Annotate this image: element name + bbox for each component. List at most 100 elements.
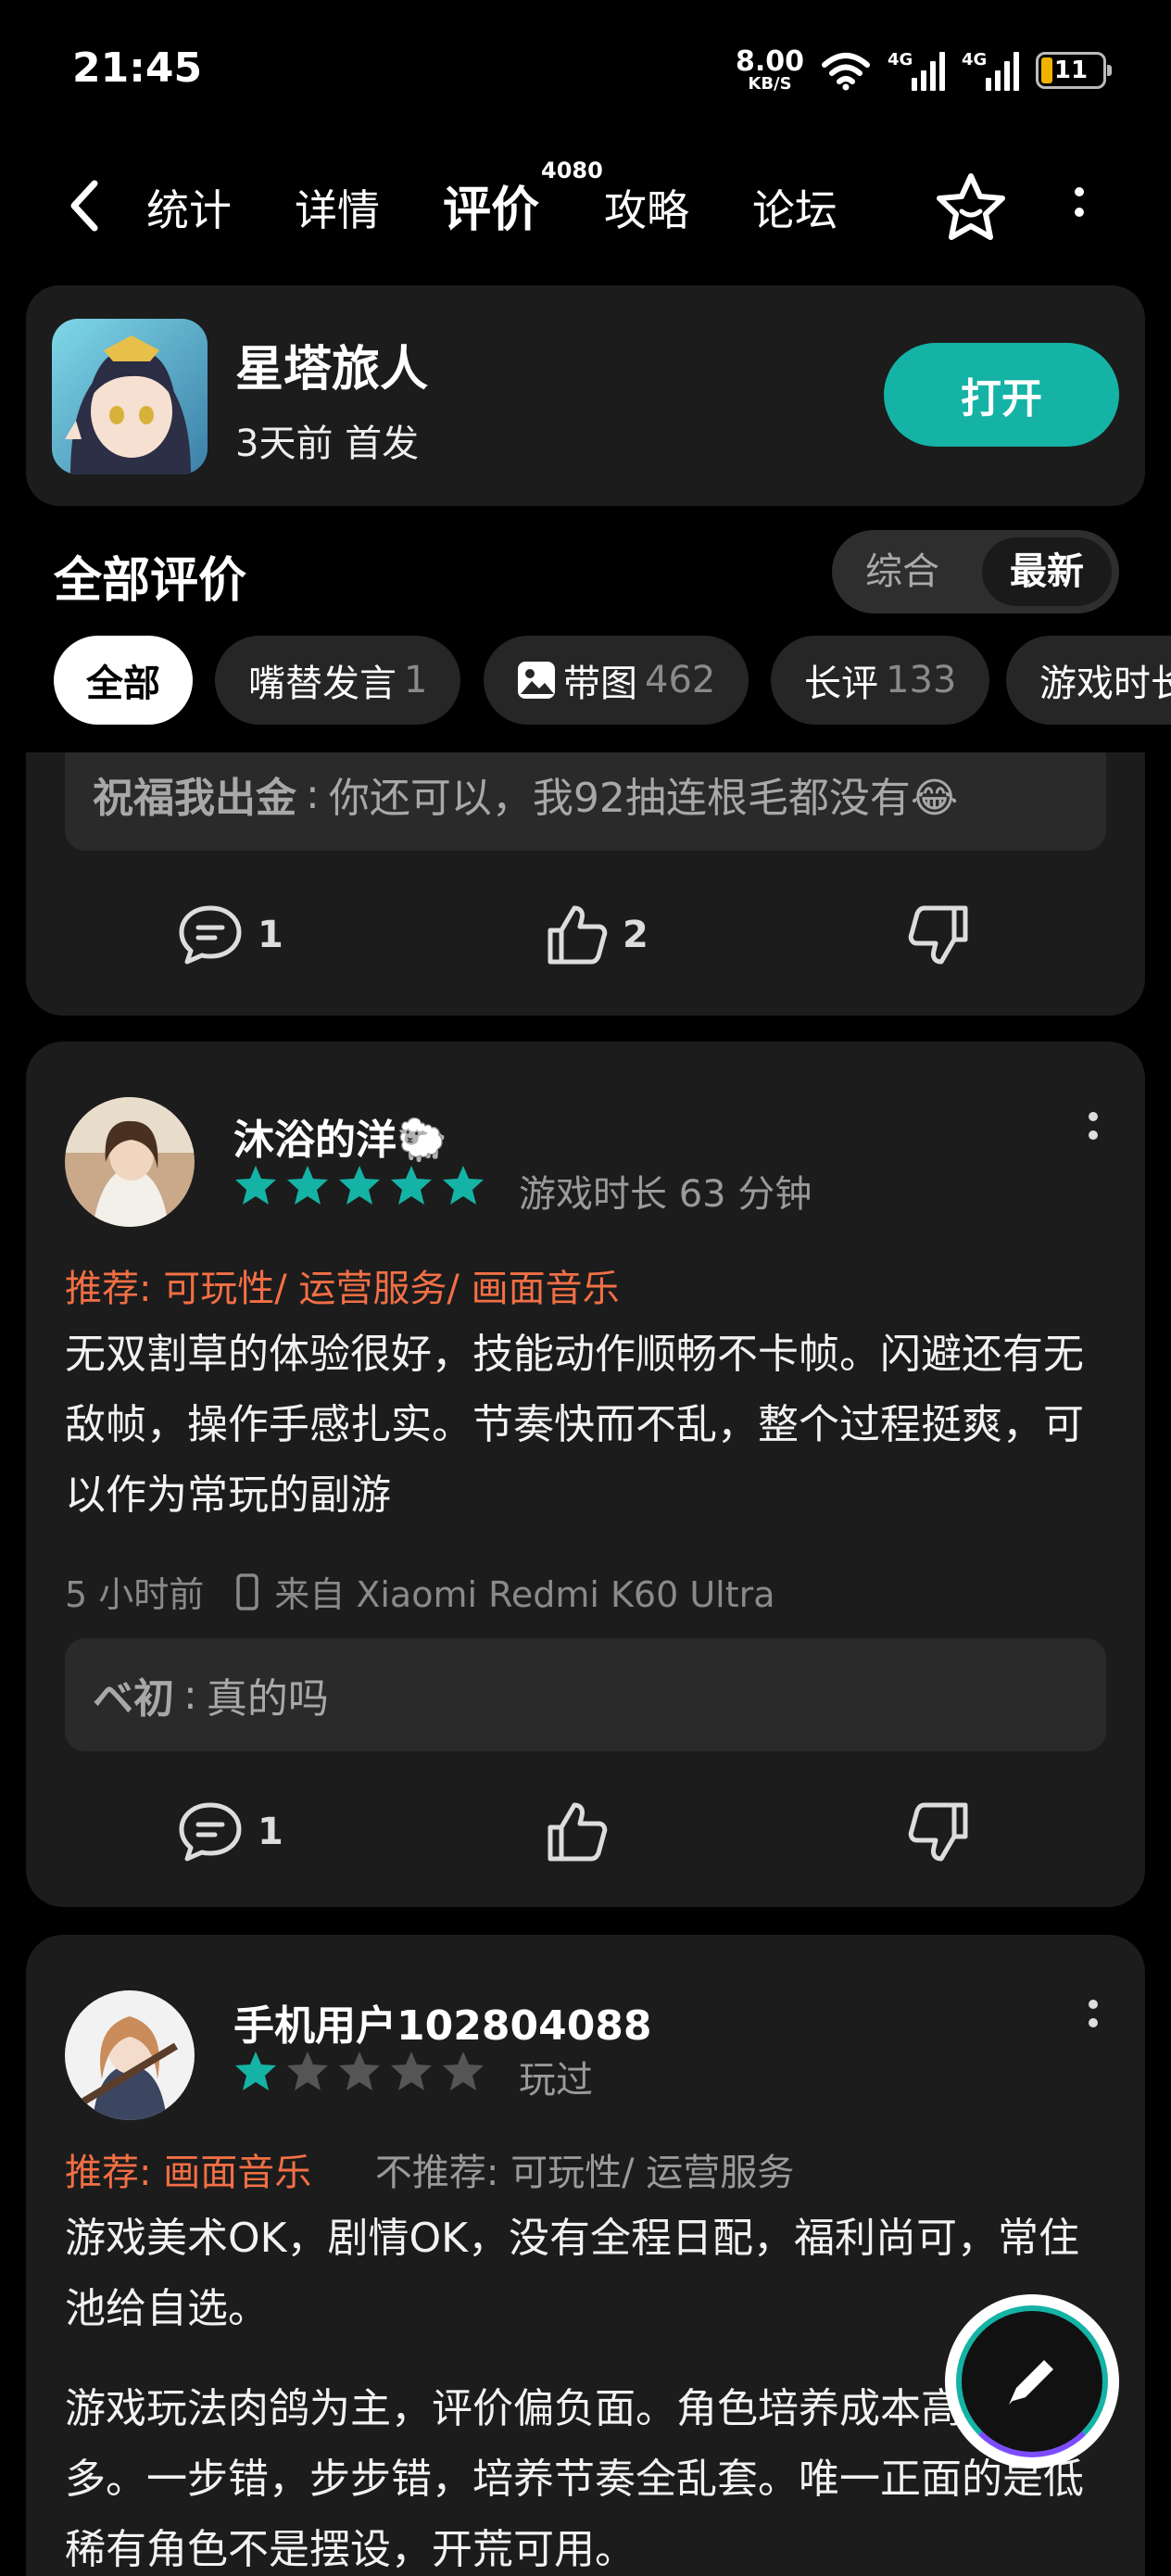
tab-stats[interactable]: 统计	[146, 178, 232, 243]
thumbs-up-icon	[548, 905, 608, 965]
more-menu-button[interactable]	[1065, 187, 1093, 243]
avatar[interactable]	[65, 1097, 195, 1227]
status-time: 21:45	[72, 44, 203, 92]
image-icon	[518, 662, 555, 699]
top-nav: 统计 详情 评价 4080 攻略 论坛	[0, 158, 1171, 259]
dislike-button[interactable]	[906, 903, 973, 967]
tab-forum[interactable]: 论坛	[752, 178, 837, 243]
write-review-button[interactable]	[945, 2294, 1119, 2469]
network-speed-value: 8.00	[735, 45, 804, 78]
back-button[interactable]	[57, 178, 113, 234]
star-filled-icon	[391, 1166, 432, 1205]
card-more-button[interactable]	[1084, 2000, 1102, 2055]
review-meta: 5 小时前 来自 Xiaomi Redmi K60 Ultra	[65, 1566, 775, 1617]
filter-chip-count: 462	[645, 659, 716, 701]
star-filled-icon	[235, 1166, 276, 1205]
thumbs-down-icon	[908, 1802, 968, 1862]
game-title: 星塔旅人	[235, 342, 429, 398]
network-speed: 8.00 KB/S	[736, 48, 804, 93]
section-title: 全部评价	[54, 553, 247, 609]
wifi-icon	[822, 53, 870, 91]
filter-chip-long-reviews[interactable]: 长评 133	[771, 636, 990, 725]
filter-chip-label: 全部	[86, 663, 160, 705]
filter-chip-label: 游戏时长	[1039, 663, 1171, 705]
reply-separator: :	[306, 770, 320, 818]
game-header-card: 星塔旅人 3天前 首发 打开	[26, 285, 1145, 506]
sort-option-overall[interactable]: 综合	[839, 537, 965, 606]
reply-author: ベ初	[93, 1675, 174, 1723]
open-game-button[interactable]: 打开	[884, 343, 1119, 447]
sim1-label: 4G	[888, 50, 913, 69]
signal-sim2-icon: 4G	[962, 50, 1019, 91]
reply-preview[interactable]: ベ初 : 真的吗	[65, 1638, 1106, 1751]
battery-icon: 11	[1036, 52, 1112, 89]
review-text[interactable]: 游戏美术OK，剧情OK，没有全程日配，福利尚可，常住池给自选。	[65, 2203, 1106, 2344]
thumbs-up-icon	[548, 1802, 608, 1862]
comment-count: 1	[258, 914, 283, 956]
username[interactable]: 手机用户102804088	[233, 1992, 652, 2052]
signal-sim1-icon: 4G	[888, 50, 945, 91]
favorite-button[interactable]	[934, 170, 1008, 245]
reviews-count-badge: 4080	[541, 158, 603, 183]
status-icons: 8.00 KB/S 4G 4G 11	[736, 44, 1112, 96]
sim2-label: 4G	[962, 50, 988, 69]
game-release-info: 3天前 首发	[235, 423, 420, 465]
like-count: 2	[623, 914, 648, 956]
fab-ring	[956, 2305, 1108, 2457]
card-more-button[interactable]	[1084, 1112, 1102, 1168]
reply-text: 你还可以，我92抽连根毛都没有😂	[328, 775, 959, 822]
comment-button[interactable]: 1	[176, 903, 283, 967]
star-smile-icon	[937, 173, 1005, 240]
review-device: 来自 Xiaomi Redmi K60 Ultra	[274, 1574, 775, 1615]
star-empty-icon	[391, 2052, 432, 2090]
review-card-partial: 祝福我出金 : 你还可以，我92抽连根毛都没有😂 1 2	[26, 752, 1145, 1016]
review-card: 沐浴的洋🐑 游戏时长 63 分钟 推荐: 可玩性/ 运营服务/ 画面音乐 无双割…	[26, 1042, 1145, 1907]
comment-button[interactable]: 1	[176, 1799, 283, 1864]
star-filled-icon	[287, 1166, 328, 1205]
tab-reviews[interactable]: 评价	[435, 178, 548, 243]
recommend-text: 推荐: 可玩性/ 运营服务/ 画面音乐	[65, 1268, 620, 1310]
not-recommend-text: 不推荐: 可玩性/ 运营服务	[374, 2152, 795, 2194]
sort-toggle: 综合 最新	[832, 530, 1119, 613]
rating-stars	[233, 2050, 485, 2092]
filter-chip-label: 长评	[804, 663, 878, 705]
network-speed-unit: KB/S	[748, 74, 792, 94]
like-button[interactable]: 2	[543, 903, 648, 967]
recommend-tags: 推荐: 可玩性/ 运营服务/ 画面音乐	[65, 1258, 620, 1312]
recommend-tags: 推荐: 画面音乐 不推荐: 可玩性/ 运营服务	[65, 2142, 794, 2196]
filter-chip-quotes[interactable]: 嘴替发言 1	[215, 636, 461, 725]
thumbs-down-icon	[908, 905, 968, 965]
filter-chip-playtime[interactable]: 游戏时长	[1006, 636, 1171, 725]
chevron-left-icon	[70, 180, 98, 232]
like-button[interactable]	[543, 1799, 623, 1864]
filter-chip-count: 133	[886, 659, 957, 701]
filter-chip-all[interactable]: 全部	[54, 636, 193, 725]
star-filled-icon	[235, 2052, 276, 2090]
star-empty-icon	[443, 2052, 484, 2090]
phone-icon	[236, 1572, 259, 1610]
reply-author: 祝福我出金	[93, 775, 296, 822]
pencil-icon	[1009, 2360, 1053, 2405]
reply-preview[interactable]: 祝福我出金 : 你还可以，我92抽连根毛都没有😂	[65, 752, 1106, 851]
star-empty-icon	[287, 2052, 328, 2090]
filter-chip-with-images[interactable]: 带图 462	[484, 636, 749, 725]
avatar[interactable]	[65, 1990, 195, 2120]
tab-reviews-label: 评价	[443, 183, 540, 238]
comment-count: 1	[258, 1811, 283, 1853]
star-filled-icon	[443, 1166, 484, 1205]
star-empty-icon	[339, 2052, 380, 2090]
sort-option-latest[interactable]: 最新	[982, 537, 1112, 606]
dislike-button[interactable]	[906, 1799, 973, 1864]
review-time: 5 小时前	[65, 1574, 205, 1615]
tab-details[interactable]: 详情	[295, 178, 380, 243]
filter-chips: 全部 嘴替发言 1 带图 462 长评 133 游戏时长	[0, 636, 1171, 728]
username[interactable]: 沐浴的洋🐑	[233, 1106, 447, 1166]
review-card: 手机用户102804088 玩过 推荐: 画面音乐 不推荐: 可玩性/ 运营服务…	[26, 1935, 1145, 2576]
playtime: 玩过	[519, 2059, 593, 2102]
game-icon	[52, 319, 208, 474]
tab-guides[interactable]: 攻略	[604, 178, 689, 243]
recommend-text: 推荐: 画面音乐	[65, 2152, 312, 2194]
status-bar: 21:45 8.00 KB/S 4G 4G 11	[0, 0, 1171, 139]
playtime: 游戏时长 63 分钟	[519, 1173, 812, 1216]
review-text[interactable]: 无双割草的体验很好，技能动作顺畅不卡帧。闪避还有无敌帧，操作手感扎实。节奏快而不…	[65, 1320, 1106, 1531]
